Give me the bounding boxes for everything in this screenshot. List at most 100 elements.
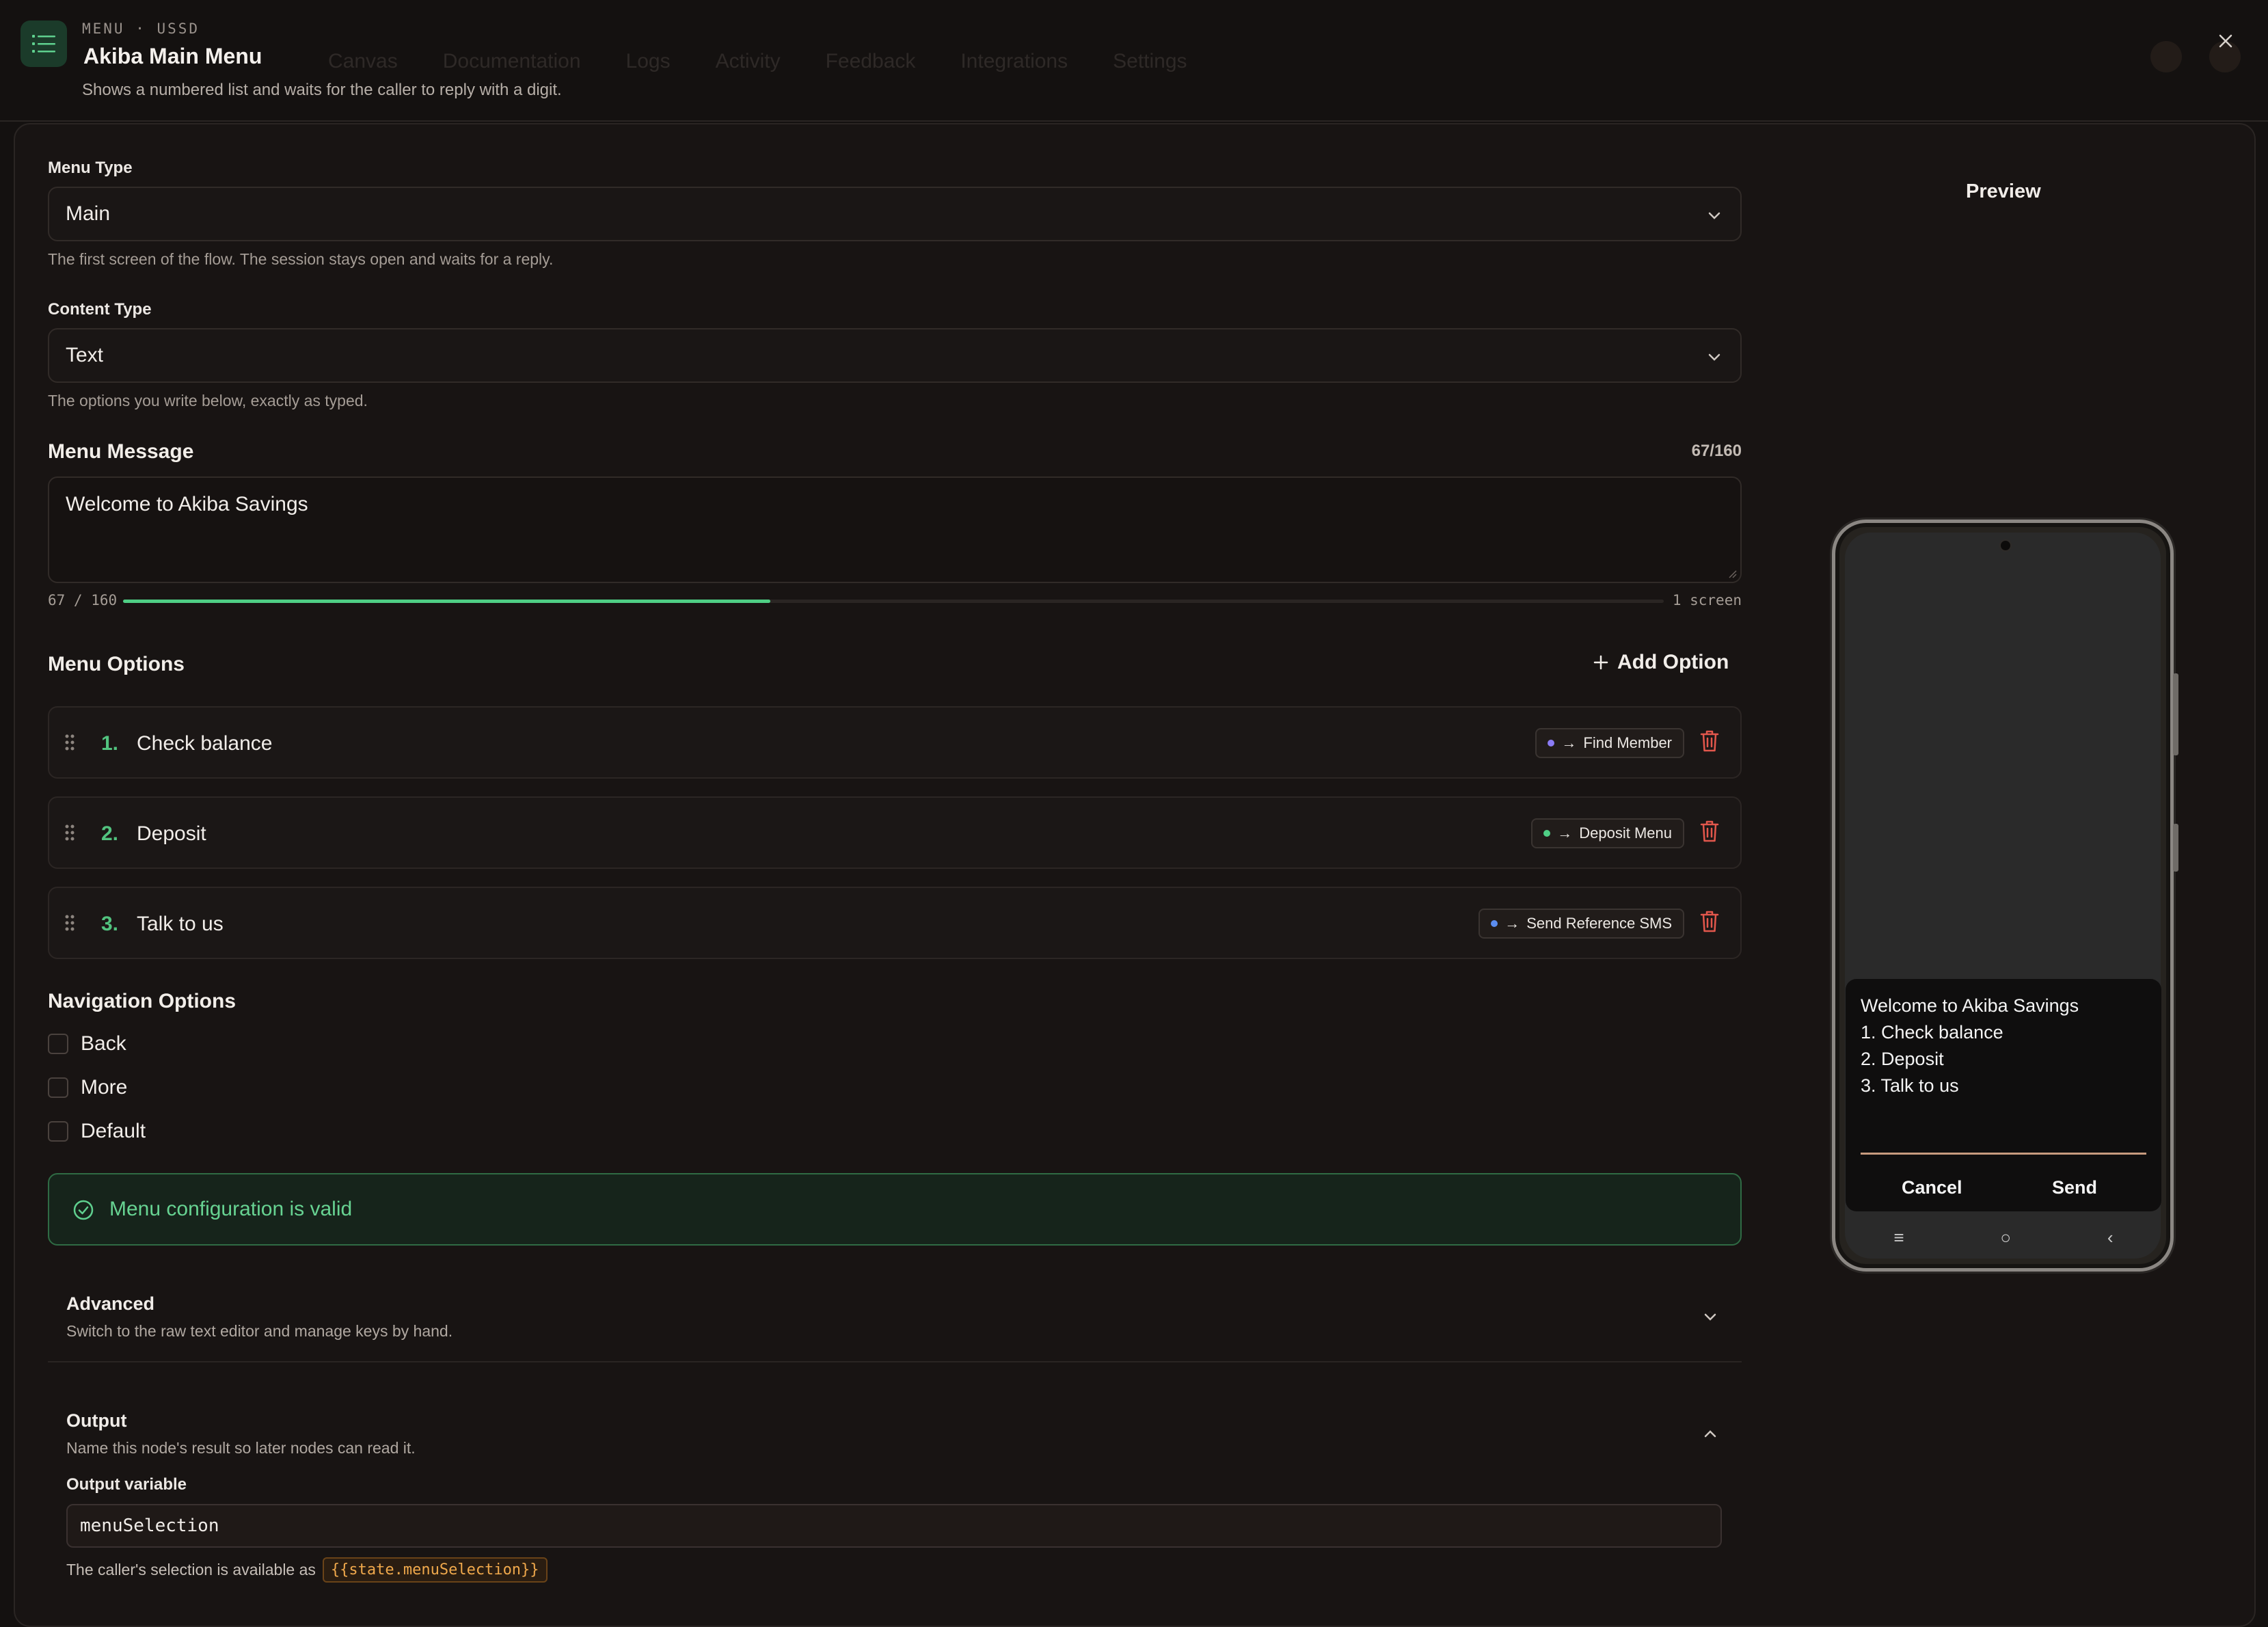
output-availability-note: The caller's selection is available as {… [66, 1557, 548, 1583]
trash-icon[interactable] [1699, 910, 1720, 933]
message-length-meter: 67 / 160 1 screen [48, 592, 1742, 613]
trash-icon[interactable] [1699, 729, 1720, 753]
nav-option-label: Default [81, 1120, 146, 1142]
chevron-down-icon[interactable] [1702, 1308, 1718, 1325]
output-variable-value: menuSelection [80, 1516, 219, 1536]
option-target-label: Send Reference SMS [1526, 915, 1672, 932]
trash-icon[interactable] [1699, 820, 1720, 843]
add-option-label: Add Option [1617, 651, 1729, 673]
option-target-chip[interactable]: → Send Reference SMS [1479, 909, 1684, 939]
option-text[interactable]: Check balance [137, 732, 272, 755]
menu-option-row[interactable]: 1. Check balance → Find Member [48, 706, 1742, 779]
menu-message-char-count: 67/160 [1691, 442, 1742, 460]
menu-message-value: Welcome to Akiba Savings [66, 493, 308, 515]
arrow-right-icon: → [1557, 824, 1573, 842]
validation-banner: Menu configuration is valid [48, 1173, 1742, 1246]
target-status-dot [1543, 830, 1551, 837]
output-variable-label: Output variable [66, 1475, 187, 1494]
page-subtitle: Shows a numbered list and waits for the … [82, 81, 562, 99]
message-length-text: 67 / 160 [48, 592, 118, 608]
resize-handle-icon[interactable] [1727, 568, 1738, 579]
menu-option-row[interactable]: 2. Deposit → Deposit Menu [48, 796, 1742, 869]
add-option-button[interactable]: Add Option [1593, 651, 1729, 674]
ussd-line: 2. Deposit [1861, 1049, 1944, 1069]
ussd-send-button[interactable]: Send [2052, 1177, 2097, 1198]
ussd-reply-input[interactable] [1861, 1153, 2146, 1155]
menu-type-help: The first screen of the flow. The sessio… [48, 250, 554, 268]
nav-option-label: More [81, 1076, 128, 1099]
menu-type-value: Main [66, 202, 111, 225]
back-icon[interactable]: ‹ [2107, 1227, 2114, 1248]
drag-handle-icon[interactable] [64, 734, 75, 751]
output-section-title[interactable]: Output [66, 1410, 126, 1431]
ussd-line: Welcome to Akiba Savings [1861, 995, 2079, 1016]
ussd-line: 1. Check balance [1861, 1022, 2003, 1043]
ussd-dialog: Welcome to Akiba Savings 1. Check balanc… [1846, 979, 2161, 1211]
phone-volume-button [2173, 673, 2178, 755]
content-type-select[interactable]: Text [48, 328, 1742, 383]
option-number: 1. [101, 732, 119, 755]
drag-handle-icon[interactable] [64, 824, 75, 842]
output-variable-input[interactable]: menuSelection [66, 1504, 1722, 1548]
option-target-label: Deposit Menu [1579, 824, 1672, 842]
message-length-track [123, 600, 1664, 603]
menu-list-icon [21, 21, 67, 67]
checkbox[interactable] [48, 1034, 68, 1054]
drag-handle-icon[interactable] [64, 914, 75, 932]
checkbox[interactable] [48, 1121, 68, 1142]
output-section-subtitle: Name this node's result so later nodes c… [66, 1439, 416, 1457]
arrow-right-icon: → [1561, 734, 1577, 751]
message-screen-count: 1 screen [1672, 592, 1742, 608]
menu-options-label: Menu Options [48, 653, 185, 675]
menu-message-textarea[interactable]: Welcome to Akiba Savings [48, 476, 1742, 583]
output-availability-text: The caller's selection is available as [66, 1561, 316, 1578]
phone-power-button [2173, 824, 2178, 872]
section-divider [48, 1361, 1742, 1362]
validation-message: Menu configuration is valid [109, 1198, 353, 1220]
option-text[interactable]: Talk to us [137, 913, 224, 936]
advanced-section-subtitle: Switch to the raw text editor and manage… [66, 1322, 453, 1340]
camera-icon [1999, 539, 2012, 552]
chevron-down-icon [1708, 212, 1720, 219]
menu-option-row[interactable]: 3. Talk to us → Send Reference SMS [48, 887, 1742, 959]
close-button[interactable] [2211, 26, 2241, 56]
message-length-fill [123, 600, 770, 603]
option-target-chip[interactable]: → Deposit Menu [1531, 818, 1684, 848]
menu-type-label: Menu Type [48, 159, 133, 177]
option-target-label: Find Member [1583, 734, 1672, 751]
content-type-value: Text [66, 344, 104, 366]
phone-nav-bar: ≡ ○ ‹ [1846, 1224, 2161, 1251]
menu-type-select[interactable]: Main [48, 187, 1742, 241]
state-variable-chip[interactable]: {{state.menuSelection}} [322, 1557, 548, 1583]
chevron-down-icon [1708, 353, 1720, 361]
navigation-options-label: Navigation Options [48, 990, 237, 1012]
advanced-section-title[interactable]: Advanced [66, 1293, 154, 1315]
page-title: Akiba Main Menu [83, 44, 262, 68]
target-status-dot [1491, 920, 1498, 927]
modal-header: MENU · USSD Akiba Main Menu Shows a numb… [0, 0, 2268, 122]
chevron-up-icon[interactable] [1702, 1426, 1718, 1442]
target-status-dot [1548, 740, 1555, 747]
checkbox[interactable] [48, 1077, 68, 1098]
option-text[interactable]: Deposit [137, 822, 206, 846]
node-type-eyebrow: MENU · USSD [82, 21, 200, 37]
nav-option-label: Back [81, 1032, 126, 1055]
ussd-line: 3. Talk to us [1861, 1075, 1959, 1096]
nav-option-more[interactable]: More [48, 1076, 127, 1099]
ussd-cancel-button[interactable]: Cancel [1902, 1177, 1962, 1198]
recent-apps-icon[interactable]: ≡ [1893, 1227, 1904, 1248]
check-circle-icon [73, 1200, 94, 1220]
preview-title: Preview [1966, 180, 2041, 202]
close-icon [2219, 34, 2232, 48]
home-icon[interactable]: ○ [2000, 1227, 2011, 1248]
menu-message-label: Menu Message [48, 440, 194, 463]
arrow-right-icon: → [1504, 915, 1520, 932]
content-type-help: The options you write below, exactly as … [48, 392, 368, 409]
option-number: 3. [101, 913, 119, 935]
plus-icon [1593, 655, 1608, 670]
nav-option-default[interactable]: Default [48, 1120, 146, 1143]
nav-option-back[interactable]: Back [48, 1032, 126, 1055]
content-type-label: Content Type [48, 300, 152, 319]
option-number: 2. [101, 822, 119, 845]
option-target-chip[interactable]: → Find Member [1535, 728, 1684, 758]
